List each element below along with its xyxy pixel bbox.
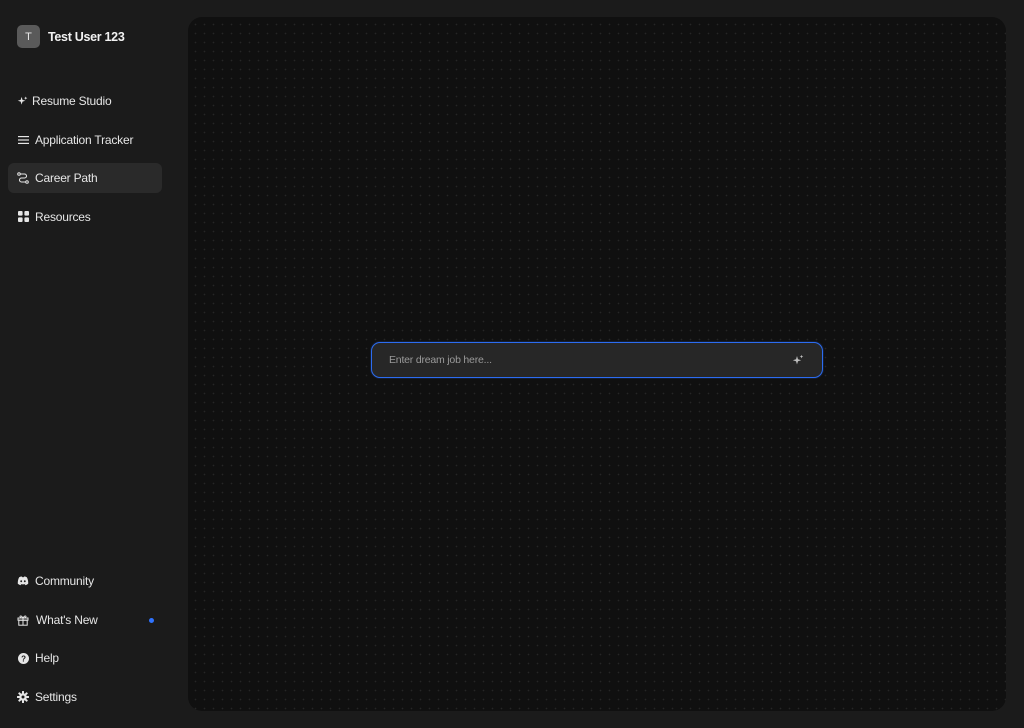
sidebar-item-label: Help bbox=[35, 651, 59, 665]
menu-lines-icon bbox=[17, 134, 29, 146]
svg-text:?: ? bbox=[21, 654, 26, 663]
sidebar-item-whats-new[interactable]: What's New bbox=[8, 605, 162, 635]
sidebar-item-label: What's New bbox=[36, 612, 98, 627]
sidebar-item-community[interactable]: Community bbox=[8, 566, 162, 596]
dream-job-search-box bbox=[371, 342, 823, 378]
gear-icon bbox=[17, 690, 29, 703]
primary-nav: Resume Studio Application Tracker Career… bbox=[8, 86, 162, 240]
sidebar-item-label: Career Path bbox=[35, 171, 98, 185]
discord-icon bbox=[17, 575, 29, 587]
sidebar-item-resources[interactable]: Resources bbox=[8, 202, 162, 232]
sidebar-item-label: Resources bbox=[35, 209, 91, 224]
user-profile[interactable]: T Test User 123 bbox=[17, 25, 125, 48]
new-indicator-badge bbox=[149, 617, 154, 623]
sparkle-submit-icon[interactable] bbox=[791, 353, 805, 367]
sidebar-item-help[interactable]: ? Help bbox=[8, 643, 162, 673]
career-path-canvas bbox=[188, 17, 1006, 711]
user-name: Test User 123 bbox=[48, 29, 125, 44]
avatar: T bbox=[17, 25, 40, 48]
secondary-nav: Community What's New ? Help Settings bbox=[8, 566, 162, 720]
sidebar-item-career-path[interactable]: Career Path bbox=[8, 163, 162, 193]
sidebar: T Test User 123 Resume Studio Applicatio… bbox=[0, 0, 172, 728]
app-window: T Test User 123 Resume Studio Applicatio… bbox=[0, 0, 1024, 728]
sidebar-item-label: Settings bbox=[35, 689, 77, 704]
dream-job-input[interactable] bbox=[372, 342, 791, 378]
sidebar-item-label: Community bbox=[35, 574, 94, 588]
sidebar-item-resume-studio[interactable]: Resume Studio bbox=[8, 86, 162, 116]
sparkle-icon bbox=[16, 95, 28, 107]
help-circle-icon: ? bbox=[17, 652, 29, 664]
sidebar-item-label: Application Tracker bbox=[35, 132, 134, 147]
sidebar-item-application-tracker[interactable]: Application Tracker bbox=[8, 125, 162, 155]
gift-icon bbox=[17, 614, 29, 626]
sidebar-item-label: Resume Studio bbox=[32, 94, 112, 108]
sidebar-item-settings[interactable]: Settings bbox=[8, 682, 162, 712]
grid-icon bbox=[17, 211, 29, 223]
path-icon bbox=[17, 172, 29, 184]
